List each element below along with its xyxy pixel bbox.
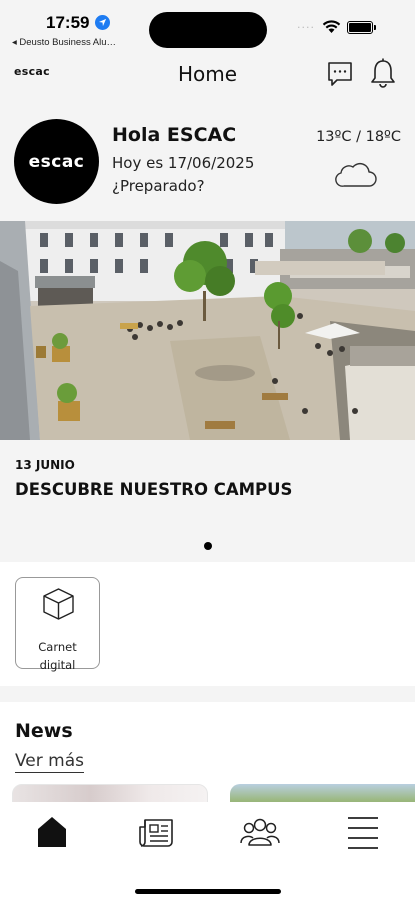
hero-date: 13 JUNIO	[15, 458, 75, 472]
greeting-card: escac Hola ESCAC Hoy es 17/06/2025 ¿Prep…	[0, 104, 415, 221]
clock: 17:59	[46, 13, 90, 32]
app-header: escac Home	[0, 54, 415, 104]
cube-icon	[43, 588, 74, 620]
dynamic-island	[149, 12, 267, 48]
hero-caption[interactable]: 13 JUNIO DESCUBRE NUESTRO CAMPUS	[0, 440, 415, 562]
news-heading: News	[15, 720, 73, 742]
quick-actions: Carnet digital	[0, 562, 415, 686]
home-icon[interactable]	[37, 816, 67, 848]
chat-icon[interactable]	[326, 60, 354, 88]
today-date: Hoy es 17/06/2025	[112, 154, 255, 172]
carousel-indicator-dot[interactable]	[204, 542, 212, 550]
home-indicator[interactable]	[135, 889, 281, 894]
wifi-icon	[322, 20, 341, 33]
digital-card-button[interactable]: Carnet digital	[15, 577, 100, 672]
section-divider	[0, 686, 415, 702]
back-to-app-link[interactable]: ◂ Deusto Business Alu…	[12, 37, 142, 48]
people-icon[interactable]	[240, 817, 280, 847]
cloud-icon	[335, 162, 377, 187]
menu-icon[interactable]	[347, 816, 379, 850]
bottom-navigation	[0, 802, 415, 900]
school-logo: escac	[14, 119, 99, 204]
campus-hero-image[interactable]	[0, 221, 415, 440]
cellular-signal-icon: ····	[297, 21, 315, 34]
bell-icon[interactable]	[369, 58, 397, 90]
digital-card-label-line1: Carnet	[38, 640, 77, 654]
temperature: 13ºC / 18ºC	[316, 129, 401, 145]
hero-title: DESCUBRE NUESTRO CAMPUS	[15, 480, 293, 499]
newspaper-icon[interactable]	[138, 818, 174, 848]
news-card[interactable]	[230, 784, 415, 802]
location-arrow-icon	[95, 15, 110, 30]
news-card[interactable]	[12, 784, 208, 802]
greeting-question: ¿Preparado?	[112, 177, 205, 195]
school-logo-text: escac	[28, 151, 85, 172]
status-bar: 17:59 ◂ Deusto Business Alu… ····	[0, 0, 415, 54]
battery-icon	[347, 21, 376, 34]
see-more-link[interactable]: Ver más	[15, 751, 84, 773]
greeting-title: Hola ESCAC	[112, 124, 237, 146]
digital-card-label-line2: digital	[39, 658, 76, 672]
news-section: News Ver más	[0, 702, 415, 802]
